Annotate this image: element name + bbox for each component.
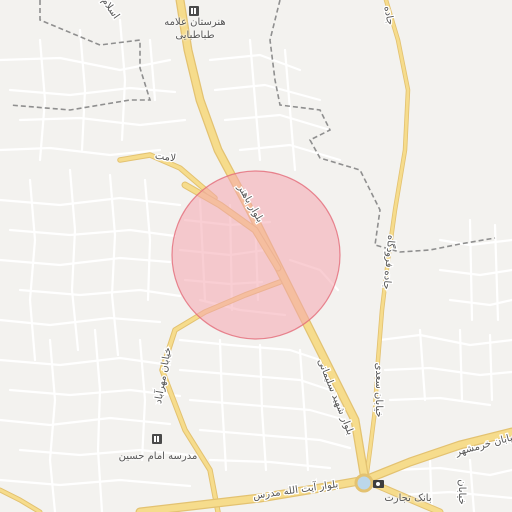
road-label-saadi: خیابان سعدی xyxy=(373,363,384,418)
map-base-layer: بلوار باهنر بلوار شهید سلیمانی بلوار آیت… xyxy=(0,0,512,512)
roundabout xyxy=(354,473,374,493)
poi-label-imam-hossein[interactable]: مدرسه امام حسین xyxy=(108,450,208,463)
bank-icon[interactable] xyxy=(373,480,384,488)
map-canvas[interactable]: بلوار باهنر بلوار شهید سلیمانی بلوار آیت… xyxy=(0,0,512,512)
school-icon[interactable] xyxy=(152,434,162,444)
road-label-partial-bottom-right: خیابان xyxy=(456,479,467,504)
highlight-circle xyxy=(171,170,341,340)
poi-label-bank-tejarat[interactable]: بانک تجارت xyxy=(380,492,436,505)
poi-label-allameh-tabatabaei[interactable]: هنرستان علامه طباطبایی xyxy=(160,16,230,42)
poi-label-line1: هنرستان علامه xyxy=(164,17,226,28)
school-icon[interactable] xyxy=(189,6,199,16)
poi-label-line2: طباطبایی xyxy=(175,30,215,41)
poi-label-line1: مدرسه امام حسین xyxy=(118,451,198,462)
poi-label-line1: بانک تجارت xyxy=(384,493,432,504)
